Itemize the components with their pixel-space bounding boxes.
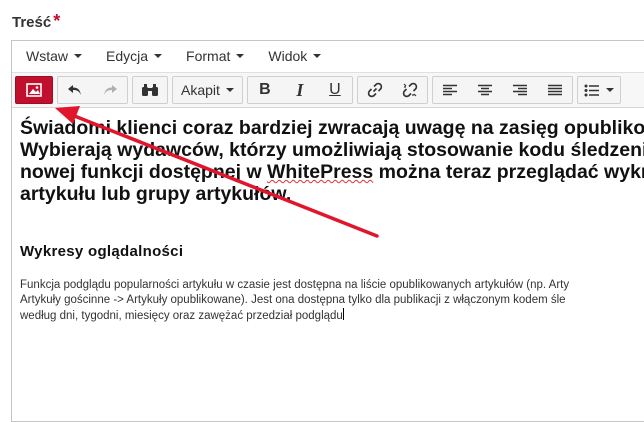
align-center-icon — [477, 84, 492, 95]
lead-line: Świadomi klienci coraz bardziej zwracają… — [20, 117, 644, 139]
image-icon — [26, 83, 42, 97]
block-format-dropdown[interactable]: Akapit — [173, 77, 242, 103]
lead-line: można teraz przeglądać wykr — [373, 161, 644, 183]
editor-toolbar: Akapit B I U — [12, 72, 644, 108]
align-justify-button[interactable] — [537, 77, 572, 103]
toolbar-group-find — [132, 76, 168, 104]
required-mark: * — [53, 11, 61, 31]
link-icon — [367, 82, 383, 98]
bullet-list-icon — [584, 84, 599, 96]
menu-view-label: Widok — [268, 48, 308, 64]
underline-button[interactable]: U — [317, 77, 352, 103]
toolbar-group-align — [431, 76, 573, 104]
remove-link-button[interactable] — [392, 77, 427, 103]
text-cursor — [342, 308, 344, 320]
body-line: według dni, tygodni, miesięcy oraz zawęż… — [20, 310, 343, 322]
italic-icon: I — [296, 79, 304, 100]
binoculars-icon — [142, 84, 158, 96]
find-replace-button[interactable] — [133, 77, 167, 103]
redo-button[interactable] — [92, 77, 127, 103]
italic-button[interactable]: I — [282, 77, 317, 103]
align-right-button[interactable] — [502, 77, 537, 103]
toolbar-group-history — [57, 76, 128, 104]
align-left-button[interactable] — [433, 77, 467, 103]
toolbar-group-links — [356, 76, 428, 104]
chevron-down-icon — [74, 54, 82, 58]
body-line: Funkcja podglądu popularności artykułu w… — [20, 279, 570, 291]
lead-line: nowej funkcji dostępnej w — [20, 161, 268, 183]
lead-line: Wybierają wydawców, którzy umożliwiają s… — [20, 139, 644, 161]
insert-link-button[interactable] — [358, 77, 392, 103]
bullet-list-dropdown[interactable] — [578, 77, 620, 103]
redo-icon — [104, 85, 117, 95]
section-heading: Wykresy oglądalności — [20, 243, 184, 260]
toolbar-group-image — [15, 76, 53, 104]
undo-button[interactable] — [58, 77, 92, 103]
body-paragraph: Funkcja podglądu popularności artykułu w… — [20, 278, 644, 324]
unlink-icon — [402, 82, 418, 98]
menu-format[interactable]: Format — [178, 48, 252, 64]
field-label-text: Treść — [12, 14, 52, 31]
chevron-down-icon — [236, 54, 245, 58]
chevron-down-icon — [313, 54, 322, 58]
spellcheck-word: WhitePress — [267, 161, 374, 183]
insert-image-button[interactable] — [16, 77, 52, 103]
menu-edit-label: Edycja — [106, 48, 149, 64]
bold-button[interactable]: B — [248, 77, 282, 103]
align-left-icon — [442, 84, 457, 95]
menu-view[interactable]: Widok — [260, 48, 329, 64]
menu-edit[interactable]: Edycja — [98, 48, 170, 64]
toolbar-group-blocks: Akapit — [172, 76, 243, 104]
menu-insert-label: Wstaw — [26, 48, 68, 64]
align-right-icon — [512, 84, 527, 95]
lead-line: artykułu lub grupy artykułów. — [20, 183, 292, 205]
lead-paragraph: Świadomi klienci coraz bardziej zwracają… — [20, 117, 644, 205]
toolbar-group-text-style: B I U — [246, 76, 353, 104]
bold-icon: B — [259, 81, 271, 98]
field-label: Treść * — [12, 11, 60, 32]
body-line: Artykuły gościnne -> Artykuły opublikowa… — [20, 294, 566, 306]
align-center-button[interactable] — [467, 77, 502, 103]
menu-insert[interactable]: Wstaw — [18, 48, 90, 64]
align-justify-icon — [547, 84, 562, 95]
editor-menubar: Wstaw Edycja Format Widok — [12, 41, 644, 71]
chevron-down-icon — [605, 88, 614, 92]
rich-text-editor: Wstaw Edycja Format Widok Akapit B I U Ś… — [11, 40, 644, 422]
undo-icon — [68, 85, 81, 95]
chevron-down-icon — [154, 54, 163, 58]
chevron-down-icon — [225, 88, 234, 92]
underline-icon: U — [329, 81, 341, 98]
editor-content-area[interactable]: Świadomi klienci coraz bardziej zwracają… — [12, 107, 644, 421]
menu-format-label: Format — [186, 48, 231, 64]
toolbar-group-list — [576, 76, 621, 104]
block-format-label: Akapit — [181, 82, 220, 98]
